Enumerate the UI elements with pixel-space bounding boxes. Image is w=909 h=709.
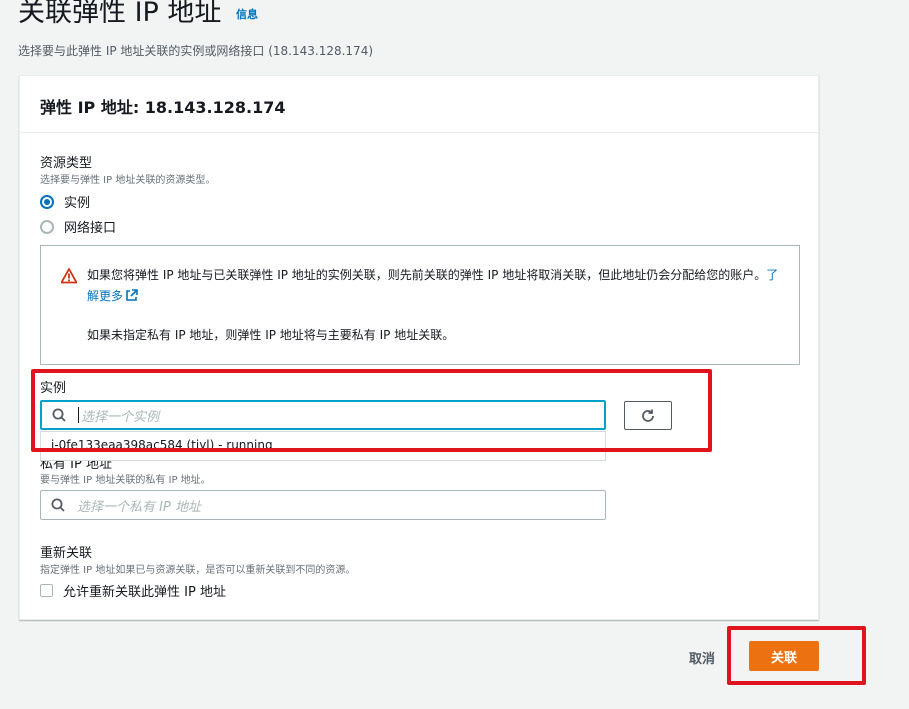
warning-icon bbox=[61, 268, 77, 284]
warning-alert: 如果您将弹性 IP 地址与已关联弹性 IP 地址的实例关联，则先前关联的弹性 I… bbox=[40, 245, 800, 365]
reassociation-label: 重新关联 bbox=[40, 546, 93, 561]
resource-type-description: 选择要与弹性 IP 地址关联的资源类型。 bbox=[40, 175, 216, 186]
reassociation-checkbox-label[interactable]: 允许重新关联此弹性 IP 地址 bbox=[63, 581, 226, 600]
radio-instance-indicator[interactable] bbox=[40, 194, 54, 209]
page-title: 关联弹性 IP 地址 bbox=[18, 0, 222, 28]
private-ip-search-input[interactable]: 选择一个私有 IP 地址 bbox=[40, 490, 606, 520]
radio-instance-label: 实例 bbox=[64, 196, 91, 211]
private-ip-description: 要与弹性 IP 地址关联的私有 IP 地址。 bbox=[40, 475, 211, 486]
info-link[interactable]: 信息 bbox=[236, 6, 258, 22]
association-panel: 弹性 IP 地址: 18.143.128.174 资源类型 选择要与弹性 IP … bbox=[19, 75, 819, 620]
highlight-box-associate bbox=[727, 626, 866, 685]
panel-title: 弹性 IP 地址: 18.143.128.174 bbox=[40, 98, 286, 117]
private-ip-placeholder: 选择一个私有 IP 地址 bbox=[77, 499, 201, 515]
search-icon bbox=[51, 498, 65, 512]
reassociation-checkbox[interactable] bbox=[40, 584, 53, 597]
panel-header: 弹性 IP 地址: 18.143.128.174 bbox=[20, 76, 818, 133]
radio-network-interface-indicator[interactable] bbox=[40, 219, 54, 234]
page-subtitle: 选择要与此弹性 IP 地址关联的实例或网络接口 (18.143.128.174) bbox=[18, 44, 374, 58]
alert-message-text: 如果您将弹性 IP 地址与已关联弹性 IP 地址的实例关联，则先前关联的弹性 I… bbox=[87, 268, 767, 282]
reassociation-description: 指定弹性 IP 地址如果已与资源关联，是否可以重新关联到不同的资源。 bbox=[40, 565, 356, 576]
alert-message: 如果您将弹性 IP 地址与已关联弹性 IP 地址的实例关联，则先前关联的弹性 I… bbox=[87, 265, 787, 307]
highlight-box-instance bbox=[31, 369, 712, 452]
cancel-button[interactable]: 取消 bbox=[689, 648, 715, 667]
resource-type-label: 资源类型 bbox=[40, 156, 93, 171]
external-link-icon bbox=[126, 289, 138, 301]
alert-message-secondary: 如果未指定私有 IP 地址，则弹性 IP 地址将与主要私有 IP 地址关联。 bbox=[87, 328, 455, 342]
radio-instance[interactable]: 实例 bbox=[40, 192, 90, 211]
radio-network-interface[interactable]: 网络接口 bbox=[40, 217, 116, 236]
radio-network-interface-label: 网络接口 bbox=[64, 221, 117, 236]
